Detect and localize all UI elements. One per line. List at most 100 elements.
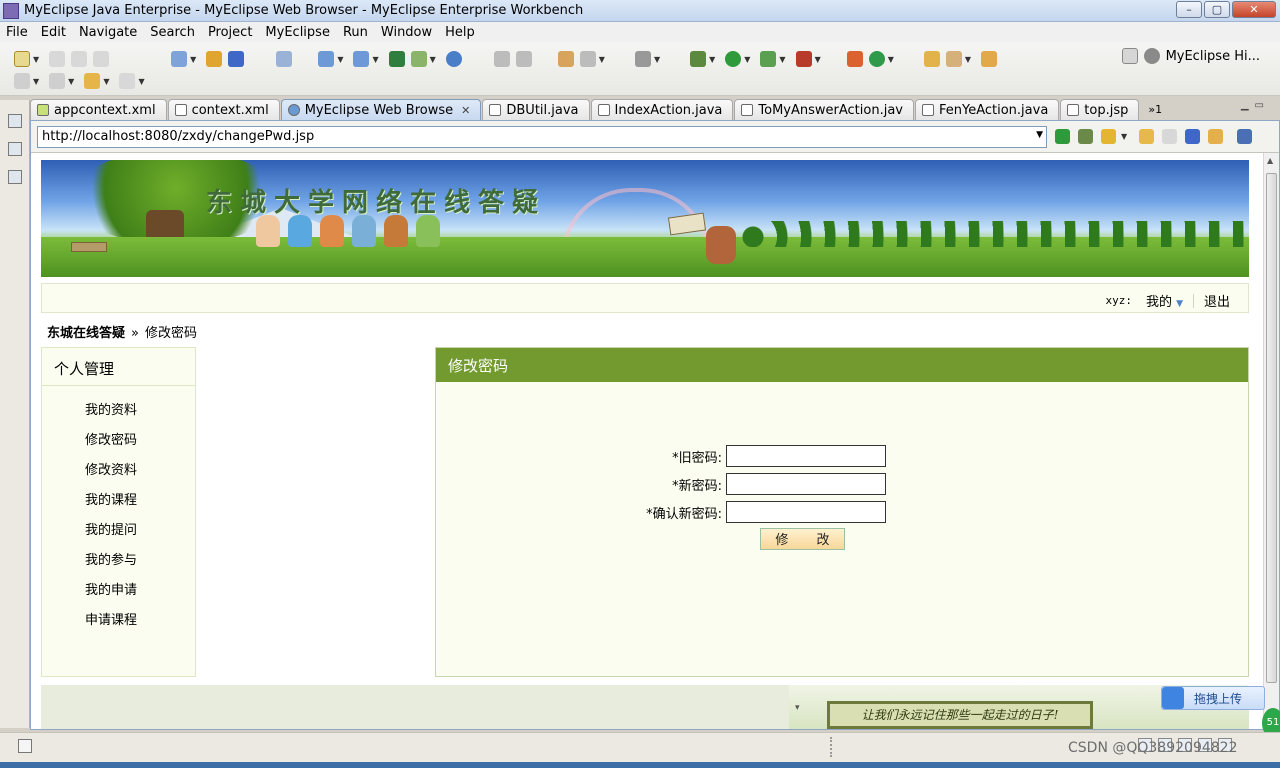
- hierarchy-icon[interactable]: [8, 170, 22, 184]
- logout-link[interactable]: 退出: [1204, 291, 1230, 310]
- toolbar-row-2: ▼ ▼ ▼ ▼: [14, 70, 149, 92]
- my-menu[interactable]: 我的 ▼: [1146, 291, 1183, 310]
- server-icon[interactable]: [276, 51, 293, 67]
- url-dropdown-icon[interactable]: ▼: [1036, 130, 1043, 140]
- menu-run[interactable]: Run: [343, 25, 368, 40]
- editor-view-buttons: ▁▭: [1241, 100, 1270, 111]
- menu-myeclipse[interactable]: MyEclipse: [265, 25, 330, 40]
- run-icon[interactable]: [725, 51, 742, 67]
- open-file-icon[interactable]: [981, 51, 998, 67]
- new-web-icon[interactable]: [353, 51, 370, 67]
- more-tabs-button[interactable]: »1: [1148, 103, 1162, 120]
- tab-dbutil-java[interactable]: DBUtil.java: [482, 99, 590, 120]
- divider: [1192, 293, 1194, 308]
- open-type-icon[interactable]: [557, 51, 574, 67]
- back-icon[interactable]: [84, 73, 101, 89]
- scroll-up-icon[interactable]: ▲: [1267, 156, 1273, 165]
- close-button[interactable]: ✕: [1232, 1, 1276, 18]
- browser-tools-icon[interactable]: [1237, 129, 1253, 144]
- sidebar-item-edit-profile[interactable]: 修改资料: [42, 456, 195, 486]
- sidebar-item-my-participation[interactable]: 我的参与: [42, 546, 195, 576]
- maximize-view-icon[interactable]: ▭: [1255, 100, 1270, 111]
- url-input[interactable]: http://localhost:8080/zxdy/changePwd.jsp…: [37, 126, 1047, 148]
- favorites-icon[interactable]: [1101, 129, 1116, 144]
- run-external-icon[interactable]: [760, 51, 777, 67]
- url-text: http://localhost:8080/zxdy/changePwd.jsp: [42, 129, 315, 144]
- debug-icon[interactable]: [690, 51, 707, 67]
- drag-upload-button[interactable]: 拖拽上传: [1161, 686, 1265, 710]
- external-tools-icon[interactable]: [493, 51, 510, 67]
- browser-forward-icon[interactable]: [1162, 129, 1178, 144]
- debug-page-icon[interactable]: [1078, 129, 1093, 144]
- sidebar-item-my-profile[interactable]: 我的资料: [42, 396, 195, 426]
- new-class-icon[interactable]: [846, 51, 863, 67]
- submit-button[interactable]: 修 改: [760, 528, 845, 550]
- close-tab-icon[interactable]: ✕: [461, 104, 470, 117]
- print-icon[interactable]: [93, 51, 110, 67]
- fast-view-icon[interactable]: [18, 739, 32, 753]
- new-package-icon[interactable]: [868, 51, 885, 67]
- save-icon[interactable]: [49, 51, 66, 67]
- browser-nav-buttons: ▼: [1055, 129, 1253, 144]
- browser-refresh-icon[interactable]: [1208, 129, 1224, 144]
- menu-help[interactable]: Help: [445, 25, 475, 40]
- menu-edit[interactable]: Edit: [41, 25, 66, 40]
- new-password-input[interactable]: [726, 473, 886, 495]
- restore-view-icon[interactable]: [8, 114, 22, 128]
- tab-top-jsp[interactable]: top.jsp: [1060, 99, 1140, 120]
- open-perspective-icon[interactable]: [1121, 48, 1138, 64]
- change-password-panel: 修改密码 *旧密码: *新密码: *确认新密码: 修 改: [435, 347, 1249, 677]
- save-all-icon[interactable]: [71, 51, 88, 67]
- menu-file[interactable]: File: [6, 25, 28, 40]
- go-icon[interactable]: [1055, 129, 1070, 144]
- sidebar-item-my-questions[interactable]: 我的提问: [42, 516, 195, 546]
- new-project-icon[interactable]: [171, 51, 188, 67]
- breadcrumb-home[interactable]: 东城在线答疑: [47, 326, 125, 341]
- old-password-input[interactable]: [726, 445, 886, 467]
- menu-window[interactable]: Window: [381, 25, 432, 40]
- tab-fenyeaction-java[interactable]: FenYeAction.java: [914, 99, 1060, 120]
- search-web-icon[interactable]: [579, 51, 596, 67]
- username: xyz:: [1105, 294, 1133, 307]
- browser-stop-icon[interactable]: [1185, 129, 1201, 144]
- prev-annotation-icon[interactable]: [49, 73, 66, 89]
- sidebar-item-my-courses[interactable]: 我的课程: [42, 486, 195, 516]
- tab-tomyansweraction-java[interactable]: ToMyAnswerAction.jav: [734, 99, 914, 120]
- wizard-icon[interactable]: [318, 51, 335, 67]
- menu-bar: File Edit Navigate Search Project MyEcli…: [0, 22, 1280, 42]
- minimize-view-icon[interactable]: ▁: [1241, 100, 1255, 111]
- pen-icon[interactable]: [945, 51, 962, 67]
- tab-indexaction-java[interactable]: IndexAction.java: [590, 99, 734, 120]
- open-folder-icon[interactable]: [923, 51, 940, 67]
- package-icon[interactable]: [206, 51, 223, 67]
- new-icon[interactable]: [14, 51, 30, 67]
- browser-back-icon[interactable]: [1139, 129, 1155, 144]
- tab-web-browser[interactable]: MyEclipse Web Browse ✕: [280, 99, 482, 120]
- tab-context-xml[interactable]: context.xml: [167, 99, 280, 120]
- vertical-scrollbar[interactable]: ▲ ▼: [1263, 153, 1279, 729]
- camera-icon[interactable]: [634, 51, 651, 67]
- menu-search[interactable]: Search: [150, 25, 195, 40]
- refresh-server-icon[interactable]: [515, 51, 532, 67]
- sidebar-item-my-applications[interactable]: 我的申请: [42, 576, 195, 606]
- perspective-switcher[interactable]: MyEclipse Hi...: [1121, 48, 1260, 64]
- forward-icon[interactable]: [119, 73, 136, 89]
- sidebar-item-change-password[interactable]: 修改密码: [42, 426, 195, 456]
- menu-project[interactable]: Project: [208, 25, 252, 40]
- minimize-button[interactable]: –: [1176, 1, 1202, 18]
- tab-label: IndexAction.java: [614, 102, 723, 118]
- deploy-icon[interactable]: [228, 51, 245, 67]
- sidebar-item-apply-course[interactable]: 申请课程: [42, 606, 195, 636]
- create-server-icon[interactable]: [410, 51, 427, 67]
- menu-navigate[interactable]: Navigate: [79, 25, 137, 40]
- globe-icon[interactable]: [445, 51, 462, 67]
- database-icon[interactable]: [388, 51, 405, 67]
- maximize-button[interactable]: ▢: [1204, 1, 1230, 18]
- next-annotation-icon[interactable]: [14, 73, 30, 89]
- confirm-password-input[interactable]: [726, 501, 886, 523]
- stop-icon[interactable]: [795, 51, 812, 67]
- package-explorer-icon[interactable]: [8, 142, 22, 156]
- tab-appcontext-xml[interactable]: appcontext.xml: [30, 99, 167, 120]
- scrollbar-thumb[interactable]: [1266, 173, 1277, 683]
- perspective-label[interactable]: MyEclipse Hi...: [1166, 49, 1260, 64]
